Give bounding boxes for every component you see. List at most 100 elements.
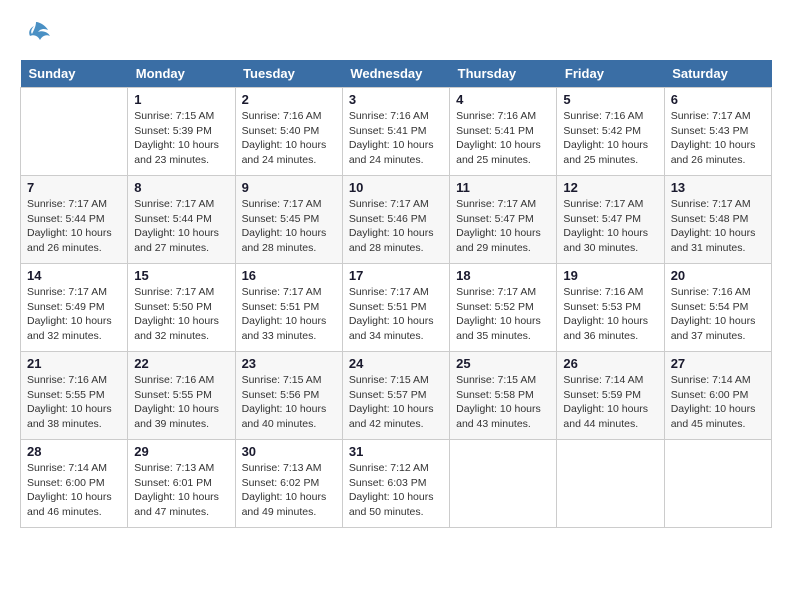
day-info: Sunrise: 7:16 AMSunset: 5:54 PMDaylight:… — [671, 285, 765, 344]
day-number: 22 — [134, 356, 228, 371]
day-info: Sunrise: 7:17 AMSunset: 5:45 PMDaylight:… — [242, 197, 336, 256]
day-info: Sunrise: 7:16 AMSunset: 5:55 PMDaylight:… — [134, 373, 228, 432]
day-cell: 9 Sunrise: 7:17 AMSunset: 5:45 PMDaylight… — [235, 176, 342, 264]
day-cell: 12Sunrise: 7:17 AMSunset: 5:47 PMDayligh… — [557, 176, 664, 264]
day-cell: 11 Sunrise: 7:17 AMSunset: 5:47 PMDayligh… — [450, 176, 557, 264]
day-cell: 30 Sunrise: 7:13 AMSunset: 6:02 PMDayligh… — [235, 440, 342, 528]
day-number: 13 — [671, 180, 765, 195]
day-cell: 16 Sunrise: 7:17 AMSunset: 5:51 PMDayligh… — [235, 264, 342, 352]
header-row: SundayMondayTuesdayWednesdayThursdayFrid… — [21, 60, 772, 88]
day-info: Sunrise: 7:17 AMSunset: 5:51 PMDaylight:… — [242, 285, 336, 344]
day-number: 1 — [134, 92, 228, 107]
day-cell: 7 Sunrise: 7:17 AMSunset: 5:44 PMDaylight… — [21, 176, 128, 264]
day-cell: 29Sunrise: 7:13 AMSunset: 6:01 PMDayligh… — [128, 440, 235, 528]
day-info: Sunrise: 7:12 AMSunset: 6:03 PMDaylight:… — [349, 461, 443, 520]
day-number: 10 — [349, 180, 443, 195]
day-info: Sunrise: 7:16 AMSunset: 5:42 PMDaylight:… — [563, 109, 657, 168]
day-cell — [557, 440, 664, 528]
day-info: Sunrise: 7:17 AMSunset: 5:51 PMDaylight:… — [349, 285, 443, 344]
day-info: Sunrise: 7:16 AMSunset: 5:41 PMDaylight:… — [456, 109, 550, 168]
day-cell: 23 Sunrise: 7:15 AMSunset: 5:56 PMDayligh… — [235, 352, 342, 440]
day-number: 16 — [242, 268, 336, 283]
day-cell — [450, 440, 557, 528]
day-number: 9 — [242, 180, 336, 195]
day-number: 21 — [27, 356, 121, 371]
day-number: 7 — [27, 180, 121, 195]
day-cell: 8Sunrise: 7:17 AMSunset: 5:44 PMDaylight… — [128, 176, 235, 264]
day-number: 20 — [671, 268, 765, 283]
day-cell: 19Sunrise: 7:16 AMSunset: 5:53 PMDayligh… — [557, 264, 664, 352]
day-cell: 3Sunrise: 7:16 AMSunset: 5:41 PMDaylight… — [342, 88, 449, 176]
day-cell: 13 Sunrise: 7:17 AMSunset: 5:48 PMDayligh… — [664, 176, 771, 264]
day-info: Sunrise: 7:17 AMSunset: 5:47 PMDaylight:… — [563, 197, 657, 256]
day-info: Sunrise: 7:16 AMSunset: 5:41 PMDaylight:… — [349, 109, 443, 168]
day-cell: 1 Sunrise: 7:15 AMSunset: 5:39 PMDaylight… — [128, 88, 235, 176]
day-info: Sunrise: 7:16 AMSunset: 5:53 PMDaylight:… — [563, 285, 657, 344]
day-info: Sunrise: 7:17 AMSunset: 5:47 PMDaylight:… — [456, 197, 550, 256]
day-info: Sunrise: 7:17 AMSunset: 5:46 PMDaylight:… — [349, 197, 443, 256]
logo-bird-icon — [22, 20, 50, 50]
day-number: 26 — [563, 356, 657, 371]
day-cell — [664, 440, 771, 528]
day-number: 24 — [349, 356, 443, 371]
day-number: 23 — [242, 356, 336, 371]
day-header-sunday: Sunday — [21, 60, 128, 88]
day-number: 14 — [27, 268, 121, 283]
day-info: Sunrise: 7:17 AMSunset: 5:48 PMDaylight:… — [671, 197, 765, 256]
day-cell: 5 Sunrise: 7:16 AMSunset: 5:42 PMDaylight… — [557, 88, 664, 176]
day-number: 5 — [563, 92, 657, 107]
day-info: Sunrise: 7:15 AMSunset: 5:57 PMDaylight:… — [349, 373, 443, 432]
day-number: 30 — [242, 444, 336, 459]
day-number: 31 — [349, 444, 443, 459]
day-number: 17 — [349, 268, 443, 283]
day-cell: 17 Sunrise: 7:17 AMSunset: 5:51 PMDayligh… — [342, 264, 449, 352]
day-info: Sunrise: 7:14 AMSunset: 6:00 PMDaylight:… — [671, 373, 765, 432]
week-row-4: 21 Sunrise: 7:16 AMSunset: 5:55 PMDayligh… — [21, 352, 772, 440]
day-cell: 31 Sunrise: 7:12 AMSunset: 6:03 PMDayligh… — [342, 440, 449, 528]
page-header — [20, 20, 772, 50]
week-row-2: 7 Sunrise: 7:17 AMSunset: 5:44 PMDaylight… — [21, 176, 772, 264]
day-info: Sunrise: 7:14 AMSunset: 5:59 PMDaylight:… — [563, 373, 657, 432]
day-number: 27 — [671, 356, 765, 371]
day-number: 28 — [27, 444, 121, 459]
week-row-1: 1 Sunrise: 7:15 AMSunset: 5:39 PMDaylight… — [21, 88, 772, 176]
day-number: 11 — [456, 180, 550, 195]
day-cell: 18 Sunrise: 7:17 AMSunset: 5:52 PMDayligh… — [450, 264, 557, 352]
day-number: 18 — [456, 268, 550, 283]
week-row-3: 14Sunrise: 7:17 AMSunset: 5:49 PMDayligh… — [21, 264, 772, 352]
day-number: 15 — [134, 268, 228, 283]
day-number: 6 — [671, 92, 765, 107]
logo — [20, 20, 50, 50]
day-header-thursday: Thursday — [450, 60, 557, 88]
week-row-5: 28 Sunrise: 7:14 AMSunset: 6:00 PMDayligh… — [21, 440, 772, 528]
day-header-wednesday: Wednesday — [342, 60, 449, 88]
day-cell: 22 Sunrise: 7:16 AMSunset: 5:55 PMDayligh… — [128, 352, 235, 440]
day-info: Sunrise: 7:16 AMSunset: 5:55 PMDaylight:… — [27, 373, 121, 432]
day-info: Sunrise: 7:15 AMSunset: 5:56 PMDaylight:… — [242, 373, 336, 432]
day-info: Sunrise: 7:17 AMSunset: 5:50 PMDaylight:… — [134, 285, 228, 344]
day-number: 2 — [242, 92, 336, 107]
day-header-monday: Monday — [128, 60, 235, 88]
day-info: Sunrise: 7:14 AMSunset: 6:00 PMDaylight:… — [27, 461, 121, 520]
day-number: 25 — [456, 356, 550, 371]
day-cell — [21, 88, 128, 176]
day-info: Sunrise: 7:17 AMSunset: 5:52 PMDaylight:… — [456, 285, 550, 344]
day-info: Sunrise: 7:13 AMSunset: 6:02 PMDaylight:… — [242, 461, 336, 520]
day-number: 4 — [456, 92, 550, 107]
calendar-table: SundayMondayTuesdayWednesdayThursdayFrid… — [20, 60, 772, 528]
day-header-friday: Friday — [557, 60, 664, 88]
day-cell: 24 Sunrise: 7:15 AMSunset: 5:57 PMDayligh… — [342, 352, 449, 440]
day-info: Sunrise: 7:15 AMSunset: 5:39 PMDaylight:… — [134, 109, 228, 168]
day-cell: 15 Sunrise: 7:17 AMSunset: 5:50 PMDayligh… — [128, 264, 235, 352]
day-info: Sunrise: 7:17 AMSunset: 5:44 PMDaylight:… — [27, 197, 121, 256]
day-cell: 14Sunrise: 7:17 AMSunset: 5:49 PMDayligh… — [21, 264, 128, 352]
day-cell: 25 Sunrise: 7:15 AMSunset: 5:58 PMDayligh… — [450, 352, 557, 440]
day-cell: 26 Sunrise: 7:14 AMSunset: 5:59 PMDayligh… — [557, 352, 664, 440]
day-cell: 28 Sunrise: 7:14 AMSunset: 6:00 PMDayligh… — [21, 440, 128, 528]
day-info: Sunrise: 7:17 AMSunset: 5:43 PMDaylight:… — [671, 109, 765, 168]
day-cell: 10 Sunrise: 7:17 AMSunset: 5:46 PMDayligh… — [342, 176, 449, 264]
day-info: Sunrise: 7:17 AMSunset: 5:44 PMDaylight:… — [134, 197, 228, 256]
day-cell: 6 Sunrise: 7:17 AMSunset: 5:43 PMDaylight… — [664, 88, 771, 176]
day-number: 29 — [134, 444, 228, 459]
day-info: Sunrise: 7:15 AMSunset: 5:58 PMDaylight:… — [456, 373, 550, 432]
